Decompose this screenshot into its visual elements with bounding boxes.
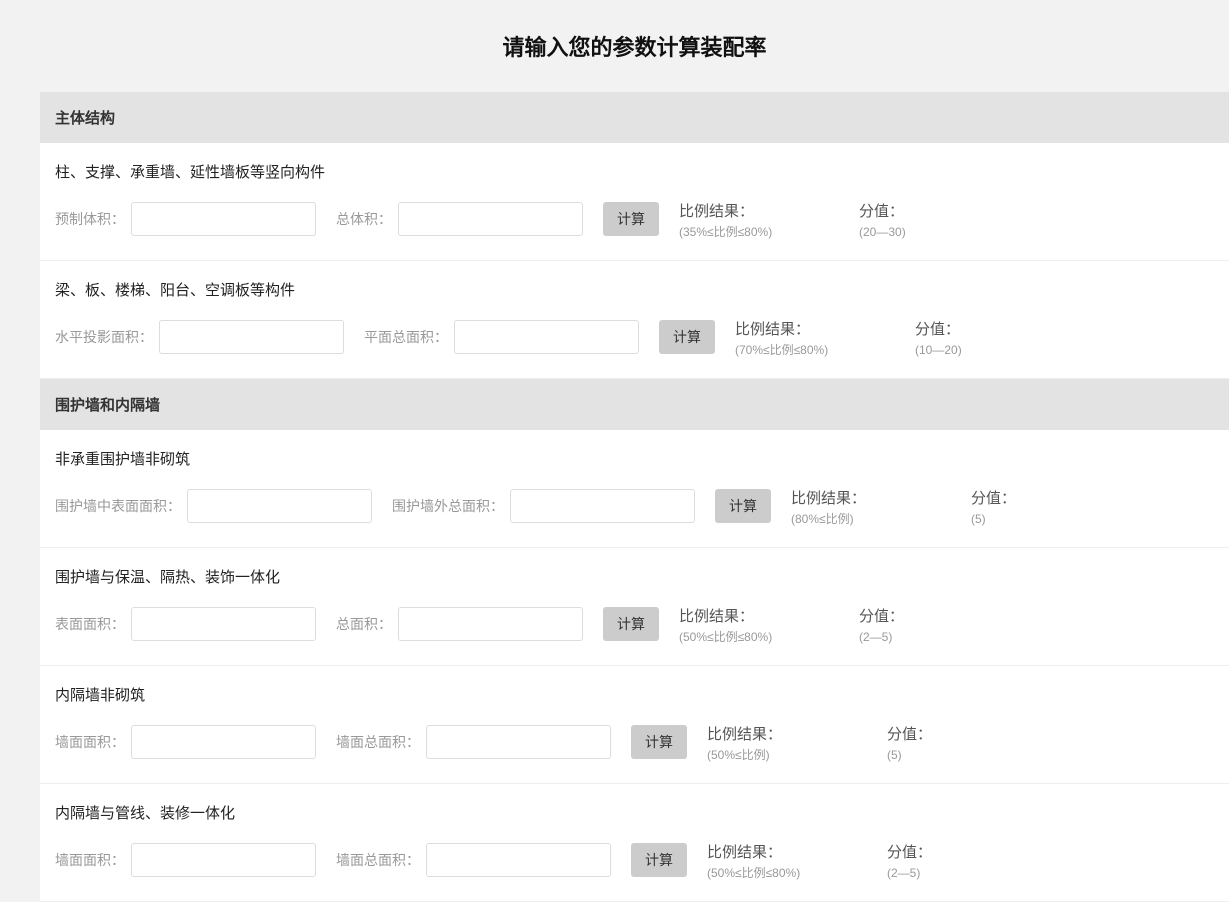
- score-hint: (10—20): [915, 342, 1015, 358]
- score-label: 分值：: [887, 843, 987, 863]
- label-wall-total-area: 墙面总面积：: [336, 725, 420, 759]
- row-wall-insulation-integrated: 围护墙与保温、隔热、装饰一体化 表面面积： 总面积： 计算 比例结果： (50%…: [40, 548, 1229, 666]
- ratio-label: 比例结果：: [679, 607, 829, 627]
- label-plane-total-area: 平面总面积：: [364, 320, 448, 354]
- row-inner-wall-non-masonry: 内隔墙非砌筑 墙面面积： 墙面总面积： 计算 比例结果： (50%≤比例) 分值…: [40, 666, 1229, 784]
- ratio-hint: (50%≤比例≤80%): [679, 629, 829, 645]
- score-label: 分值：: [859, 607, 959, 627]
- input-surface-area[interactable]: [131, 607, 316, 641]
- score-result: 分值： (10—20): [915, 320, 1015, 358]
- calculate-button[interactable]: 计算: [603, 607, 659, 641]
- calculate-button[interactable]: 计算: [603, 202, 659, 236]
- ratio-hint: (35%≤比例≤80%): [679, 224, 829, 240]
- row-columns-supports: 柱、支撑、承重墙、延性墙板等竖向构件 预制体积： 总体积： 计算 比例结果： (…: [40, 143, 1229, 261]
- label-wall-area: 墙面面积：: [55, 725, 125, 759]
- calculate-button[interactable]: 计算: [715, 489, 771, 523]
- label-wall-inner-surface-area: 围护墙中表面面积：: [55, 489, 181, 523]
- label-prefab-volume: 预制体积：: [55, 202, 125, 236]
- score-result: 分值： (5): [887, 725, 987, 763]
- score-hint: (2—5): [887, 865, 987, 881]
- label-wall-total-area: 墙面总面积：: [336, 843, 420, 877]
- input-total-volume[interactable]: [398, 202, 583, 236]
- row-nonbearing-wall: 非承重围护墙非砌筑 围护墙中表面面积： 围护墙外总面积： 计算 比例结果： (8…: [40, 430, 1229, 548]
- score-label: 分值：: [915, 320, 1015, 340]
- ratio-result: 比例结果： (70%≤比例≤80%): [735, 320, 885, 358]
- input-wall-inner-surface-area[interactable]: [187, 489, 372, 523]
- ratio-label: 比例结果：: [707, 843, 857, 863]
- input-wall-total-area[interactable]: [426, 725, 611, 759]
- label-total-area: 总面积：: [336, 607, 392, 641]
- row-title: 非承重围护墙非砌筑: [55, 448, 1214, 469]
- label-surface-area: 表面面积：: [55, 607, 125, 641]
- score-result: 分值： (20—30): [859, 202, 959, 240]
- score-result: 分值： (2—5): [859, 607, 959, 645]
- score-result: 分值： (2—5): [887, 843, 987, 881]
- input-wall-area[interactable]: [131, 843, 316, 877]
- input-total-area[interactable]: [398, 607, 583, 641]
- input-wall-total-area[interactable]: [426, 843, 611, 877]
- score-label: 分值：: [887, 725, 987, 745]
- ratio-result: 比例结果： (80%≤比例): [791, 489, 941, 527]
- ratio-hint: (50%≤比例): [707, 747, 857, 763]
- row-title: 梁、板、楼梯、阳台、空调板等构件: [55, 279, 1214, 300]
- score-result: 分值： (5): [971, 489, 1071, 527]
- row-title: 柱、支撑、承重墙、延性墙板等竖向构件: [55, 161, 1214, 182]
- calculate-button[interactable]: 计算: [631, 725, 687, 759]
- ratio-hint: (80%≤比例): [791, 511, 941, 527]
- ratio-label: 比例结果：: [679, 202, 829, 222]
- score-label: 分值：: [859, 202, 959, 222]
- score-hint: (2—5): [859, 629, 959, 645]
- input-wall-outer-total-area[interactable]: [510, 489, 695, 523]
- row-title: 内隔墙非砌筑: [55, 684, 1214, 705]
- ratio-result: 比例结果： (35%≤比例≤80%): [679, 202, 829, 240]
- ratio-hint: (50%≤比例≤80%): [707, 865, 857, 881]
- score-hint: (5): [971, 511, 1071, 527]
- ratio-result: 比例结果： (50%≤比例≤80%): [707, 843, 857, 881]
- score-hint: (20—30): [859, 224, 959, 240]
- label-wall-outer-total-area: 围护墙外总面积：: [392, 489, 504, 523]
- row-title: 内隔墙与管线、装修一体化: [55, 802, 1214, 823]
- ratio-result: 比例结果： (50%≤比例): [707, 725, 857, 763]
- ratio-label: 比例结果：: [735, 320, 885, 340]
- row-title: 围护墙与保温、隔热、装饰一体化: [55, 566, 1214, 587]
- ratio-label: 比例结果：: [791, 489, 941, 509]
- label-horizontal-projection-area: 水平投影面积：: [55, 320, 153, 354]
- input-plane-total-area[interactable]: [454, 320, 639, 354]
- section-header-walls: 围护墙和内隔墙: [40, 379, 1229, 430]
- score-hint: (5): [887, 747, 987, 763]
- input-prefab-volume[interactable]: [131, 202, 316, 236]
- row-inner-wall-piping-integrated: 内隔墙与管线、装修一体化 墙面面积： 墙面总面积： 计算 比例结果： (50%≤…: [40, 784, 1229, 902]
- ratio-result: 比例结果： (50%≤比例≤80%): [679, 607, 829, 645]
- label-total-volume: 总体积：: [336, 202, 392, 236]
- score-label: 分值：: [971, 489, 1071, 509]
- section-header-main-structure: 主体结构: [40, 92, 1229, 143]
- calculate-button[interactable]: 计算: [659, 320, 715, 354]
- page-title: 请输入您的参数计算装配率: [40, 30, 1229, 62]
- ratio-label: 比例结果：: [707, 725, 857, 745]
- ratio-hint: (70%≤比例≤80%): [735, 342, 885, 358]
- calculate-button[interactable]: 计算: [631, 843, 687, 877]
- input-horizontal-projection-area[interactable]: [159, 320, 344, 354]
- input-wall-area[interactable]: [131, 725, 316, 759]
- row-beams-slabs: 梁、板、楼梯、阳台、空调板等构件 水平投影面积： 平面总面积： 计算 比例结果：…: [40, 261, 1229, 379]
- label-wall-area: 墙面面积：: [55, 843, 125, 877]
